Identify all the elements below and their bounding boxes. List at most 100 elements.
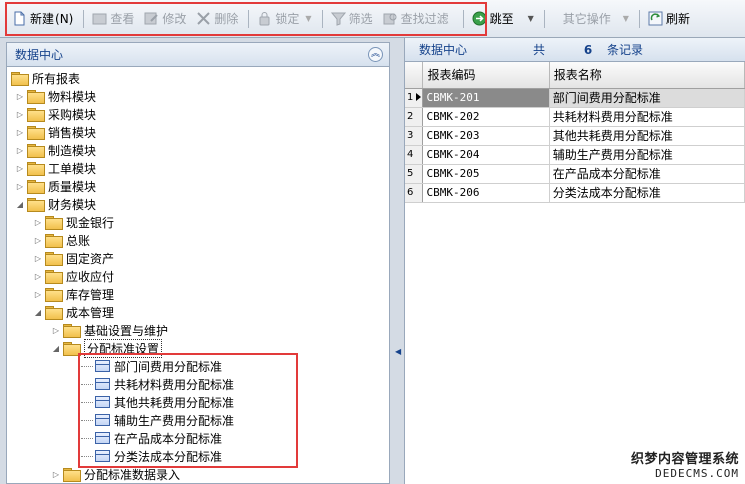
- tree-leaf-node[interactable]: 辅助生产费用分配标准: [7, 411, 389, 429]
- column-header-code[interactable]: 报表编码: [422, 62, 550, 89]
- new-button[interactable]: 新建 (N): [8, 7, 77, 31]
- lock-button[interactable]: 锁定 ▼: [253, 7, 315, 31]
- expanded-arrow-icon[interactable]: ◢: [33, 308, 43, 317]
- tree-folder-node[interactable]: ▷ 销售模块: [7, 123, 389, 141]
- collapsed-arrow-icon[interactable]: ▷: [51, 326, 61, 335]
- folder-icon: [27, 197, 45, 212]
- report-code-cell[interactable]: CBMK-202: [422, 107, 550, 127]
- collapsed-arrow-icon[interactable]: ▷: [15, 110, 25, 119]
- edit-button[interactable]: 修改: [140, 7, 190, 31]
- folder-icon: [27, 107, 45, 122]
- tree-node-label: 现金银行: [66, 215, 115, 230]
- tree-node-label: 固定资产: [66, 251, 115, 266]
- tree-node-label: 应收应付: [66, 269, 115, 284]
- collapsed-arrow-icon[interactable]: ▷: [33, 290, 43, 299]
- jump-button-label: 跳至: [489, 12, 514, 26]
- filter-button-label: 筛选: [348, 12, 373, 26]
- collapsed-arrow-icon[interactable]: ▷: [51, 470, 61, 479]
- tree-connector-line: [81, 455, 93, 457]
- row-number-header: [405, 62, 424, 89]
- table-report-icon: [95, 414, 110, 426]
- tree-folder-node[interactable]: ◢ 成本管理: [7, 303, 389, 321]
- tree-folder-node[interactable]: ▷ 现金银行: [7, 213, 389, 231]
- tree-folder-node[interactable]: ◢ 财务模块: [7, 195, 389, 213]
- view-button[interactable]: 查看: [88, 7, 138, 31]
- report-code-cell[interactable]: CBMK-204: [422, 145, 550, 165]
- jump-button[interactable]: 跳至 ▼: [468, 7, 538, 31]
- report-code-cell[interactable]: CBMK-203: [422, 126, 550, 146]
- current-row-marker-icon: [416, 93, 422, 101]
- tree-node-label: 采购模块: [48, 107, 97, 122]
- collapsed-arrow-icon[interactable]: ▷: [15, 146, 25, 155]
- tree-folder-node[interactable]: ▷ 采购模块: [7, 105, 389, 123]
- tree-leaf-node[interactable]: 部门间费用分配标准: [7, 357, 389, 375]
- table-row[interactable]: 4 CBMK-204 辅助生产费用分配标准: [405, 145, 745, 165]
- report-table: 报表编码 报表名称 1 CBMK-201 部门间费用分配标准 2 CBMK-202 共耗材…: [405, 62, 745, 203]
- table-row[interactable]: 3 CBMK-203 其他共耗费用分配标准: [405, 126, 745, 146]
- collapsed-arrow-icon[interactable]: ▷: [15, 128, 25, 137]
- new-button-label: 新建: [30, 12, 55, 26]
- collapsed-arrow-icon[interactable]: ▷: [33, 218, 43, 227]
- tree-node-label: 基础设置与维护: [84, 323, 169, 338]
- tree-folder-node[interactable]: ▷ 总账: [7, 231, 389, 249]
- tree-folder-node[interactable]: ▷ 工单模块: [7, 159, 389, 177]
- tree-node-label: 质量模块: [48, 179, 97, 194]
- tree-folder-node[interactable]: 所有报表: [7, 69, 389, 87]
- tree-leaf-node[interactable]: 在产品成本分配标准: [7, 429, 389, 447]
- tree-folder-node[interactable]: ▷ 制造模块: [7, 141, 389, 159]
- find-filter-button[interactable]: 查找过滤: [379, 7, 453, 31]
- tree-folder-node[interactable]: ▷ 物料模块: [7, 87, 389, 105]
- other-ops-button[interactable]: 其它操作 ▼: [549, 7, 633, 31]
- panel-splitter[interactable]: ◀: [394, 42, 402, 484]
- tree-node-label: 在产品成本分配标准: [114, 431, 223, 446]
- expanded-arrow-icon[interactable]: ◢: [51, 344, 61, 353]
- collapsed-arrow-icon[interactable]: ▷: [15, 164, 25, 173]
- expanded-arrow-icon[interactable]: ◢: [15, 200, 25, 209]
- table-row[interactable]: 6 CBMK-206 分类法成本分配标准: [405, 183, 745, 203]
- refresh-icon: [648, 11, 663, 26]
- lock-icon: [259, 12, 270, 26]
- report-name-cell[interactable]: 在产品成本分配标准: [549, 164, 745, 184]
- tree-folder-node[interactable]: ▷ 分配标准数据录入: [7, 465, 389, 483]
- row-number: 5: [407, 168, 414, 179]
- tree-leaf-node[interactable]: 其他共耗费用分配标准: [7, 393, 389, 411]
- table-row[interactable]: 2 CBMK-202 共耗材料费用分配标准: [405, 107, 745, 127]
- report-name-cell[interactable]: 分类法成本分配标准: [549, 183, 745, 203]
- folder-icon: [45, 215, 63, 230]
- report-code-cell[interactable]: CBMK-205: [422, 164, 550, 184]
- collapsed-arrow-icon[interactable]: ▷: [33, 254, 43, 263]
- tree-folder-node[interactable]: ▷ 固定资产: [7, 249, 389, 267]
- column-header-name[interactable]: 报表名称: [549, 62, 745, 89]
- tree-leaf-node[interactable]: 共耗材料费用分配标准: [7, 375, 389, 393]
- collapsed-arrow-icon[interactable]: ▷: [33, 272, 43, 281]
- table-row[interactable]: 5 CBMK-205 在产品成本分配标准: [405, 164, 745, 184]
- table-row[interactable]: 1 CBMK-201 部门间费用分配标准: [405, 88, 745, 108]
- delete-button[interactable]: 删除: [192, 7, 242, 31]
- tree-folder-node[interactable]: ◢ 分配标准设置: [7, 338, 389, 358]
- folder-icon: [27, 89, 45, 104]
- tree-panel-title: 数据中心: [15, 48, 64, 62]
- watermark-line1: 织梦内容管理系统: [630, 452, 739, 467]
- tree-folder-node[interactable]: ▷ 基础设置与维护: [7, 321, 389, 339]
- tree-folder-node[interactable]: ▷ 质量模块: [7, 177, 389, 195]
- report-name-cell[interactable]: 辅助生产费用分配标准: [549, 145, 745, 165]
- tree-leaf-node[interactable]: 分类法成本分配标准: [7, 447, 389, 465]
- folder-icon: [63, 467, 81, 482]
- refresh-button[interactable]: 刷新: [644, 7, 694, 31]
- filter-button[interactable]: 筛选: [327, 7, 377, 31]
- collapsed-arrow-icon[interactable]: ▷: [15, 92, 25, 101]
- collapsed-arrow-icon[interactable]: ▷: [15, 182, 25, 191]
- find-filter-icon: [383, 13, 397, 25]
- report-code-cell[interactable]: CBMK-206: [422, 183, 550, 203]
- report-name-cell[interactable]: 共耗材料费用分配标准: [549, 107, 745, 127]
- report-name-cell[interactable]: 部门间费用分配标准: [549, 88, 745, 108]
- tree-folder-node[interactable]: ▷ 库存管理: [7, 285, 389, 303]
- table-report-icon: [95, 378, 110, 390]
- funnel-icon: [330, 12, 346, 26]
- report-name-cell[interactable]: 其他共耗费用分配标准: [549, 126, 745, 146]
- collapse-panel-icon[interactable]: ︽: [368, 47, 383, 62]
- report-code-cell[interactable]: CBMK-201: [422, 88, 550, 108]
- tree-folder-node[interactable]: ▷ 应收应付: [7, 267, 389, 285]
- collapsed-arrow-icon[interactable]: ▷: [33, 236, 43, 245]
- report-grid-panel: 数据中心 共 6 条记录 报表编码 报表名称 1 CBMK-201 部门间费用分配标…: [404, 38, 745, 484]
